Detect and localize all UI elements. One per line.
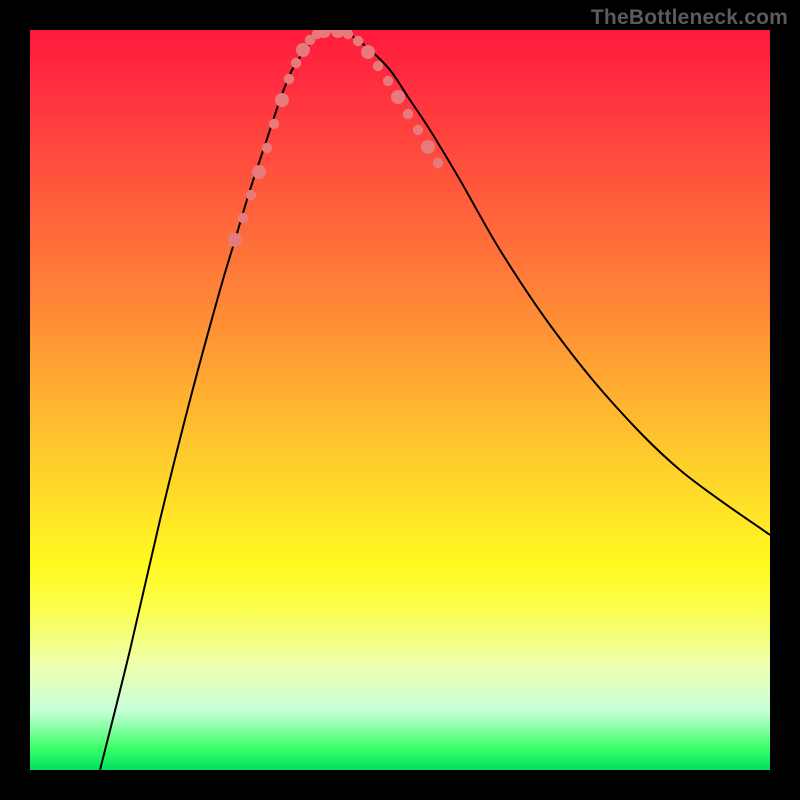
highlight-dots-right-point [343,30,353,39]
highlight-dots-left-point [246,190,256,200]
highlight-dots-right-point [383,76,393,86]
highlight-dots-right-point [433,158,443,168]
highlight-dots-right-point [373,61,383,71]
highlight-dots-left-point [269,119,279,129]
highlight-dots-right-point [421,140,435,154]
bottleneck-curve-right [330,30,770,535]
highlight-dots-left-point [275,93,289,107]
highlight-dots-left-point [252,165,266,179]
highlight-dots-left-point [238,213,248,223]
highlight-dots-right-point [403,109,413,119]
highlight-dots-left-point [296,43,310,57]
highlight-dots-right-point [391,90,405,104]
highlight-dots-left-point [291,58,301,68]
chart-plot-area [30,30,770,770]
highlight-dots-right-point [361,45,375,59]
highlight-dots-left-point [262,143,272,153]
highlight-dots-right-point [353,36,363,46]
highlight-dots-right-point [413,125,423,135]
watermark-text: TheBottleneck.com [591,6,788,30]
highlight-dots-left-point [228,233,242,247]
bottleneck-curve-svg [30,30,770,770]
highlight-dots-left-point [284,74,294,84]
bottleneck-curve-left [100,30,330,770]
